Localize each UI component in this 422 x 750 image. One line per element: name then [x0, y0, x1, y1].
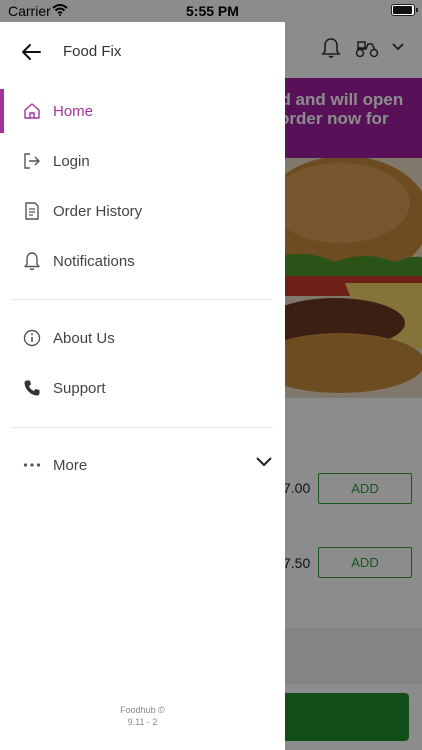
carrier-label: Carrier [8, 3, 51, 19]
menu-item-label: About Us [53, 329, 115, 347]
clock: 5:55 PM [186, 3, 239, 19]
menu-item-label: Order History [53, 202, 143, 220]
footer-version: 9.11 - 2 [127, 717, 158, 727]
menu-item-support[interactable]: Support [0, 366, 285, 410]
menu-item-order-history[interactable]: Order History [0, 189, 285, 233]
menu-item-home[interactable]: Home [0, 89, 285, 133]
drawer-header: Food Fix [0, 22, 285, 78]
info-icon [22, 328, 42, 348]
menu-item-about-us[interactable]: About Us [0, 316, 285, 360]
active-indicator [0, 89, 4, 133]
menu-item-label: Support [53, 379, 106, 397]
navigation-drawer: Food Fix Home Login Order History Notifi… [0, 22, 285, 750]
menu-item-label: Home [53, 102, 94, 120]
back-arrow-icon[interactable] [20, 41, 42, 63]
login-icon [22, 151, 42, 171]
version-footer: Foodhub © 9.11 - 2 [0, 704, 285, 728]
phone-icon [22, 378, 42, 398]
order-history-icon [22, 201, 42, 221]
more-icon [22, 455, 42, 475]
footer-brand: Foodhub © [120, 705, 165, 715]
drawer-title: Food Fix [63, 43, 122, 60]
home-icon [22, 101, 42, 121]
menu-item-login[interactable]: Login [0, 139, 285, 183]
battery-icon [391, 4, 418, 16]
chevron-down-icon[interactable] [255, 455, 273, 467]
divider [12, 299, 273, 300]
menu-item-more[interactable]: More [0, 443, 285, 487]
menu-item-label: More [53, 456, 88, 474]
wifi-icon [52, 4, 68, 16]
divider [12, 427, 273, 428]
menu-item-label: Login [53, 152, 90, 170]
menu-item-notifications[interactable]: Notifications [0, 239, 285, 283]
bell-icon [22, 251, 42, 271]
status-bar: Carrier 5:55 PM [0, 0, 422, 22]
menu-item-label: Notifications [53, 252, 135, 270]
